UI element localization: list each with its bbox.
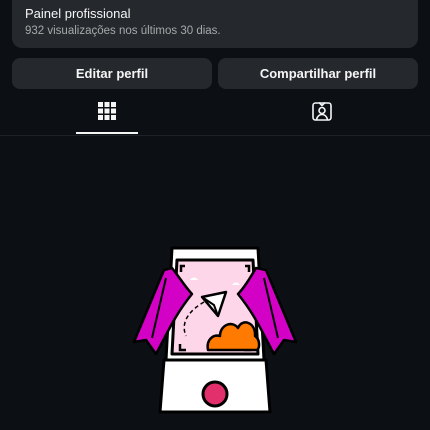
tagged-person-icon (311, 100, 333, 127)
dashboard-subtitle: 932 visualizações nos últimos 30 dias. (25, 25, 221, 37)
edit-profile-button[interactable]: Editar perfil (12, 58, 212, 89)
share-profile-button[interactable]: Compartilhar perfil (218, 58, 418, 89)
grid-icon (97, 101, 117, 126)
profile-tabs (0, 91, 430, 136)
selected-tab-indicator (76, 132, 138, 134)
camera-curtains-illustration (130, 244, 300, 416)
tab-posts-grid[interactable] (76, 91, 138, 135)
professional-dashboard-card[interactable]: Painel profissional 932 visualizações no… (12, 0, 418, 48)
dashboard-title: Painel profissional (25, 6, 131, 21)
tab-tagged[interactable] (291, 91, 353, 135)
profile-screen: Painel profissional 932 visualizações no… (0, 0, 430, 430)
